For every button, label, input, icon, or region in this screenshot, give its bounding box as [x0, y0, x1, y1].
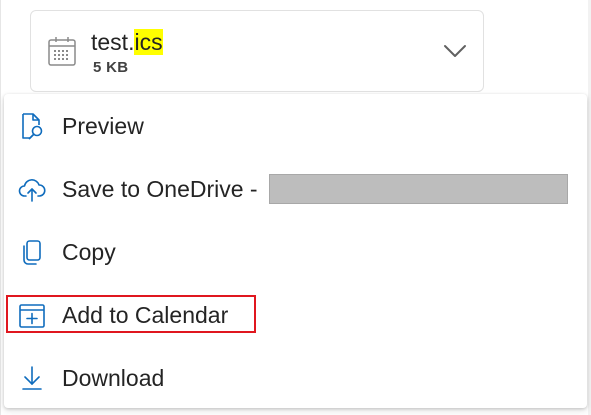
attachment-file-size: 5 KB — [93, 59, 129, 76]
attachment-options-button[interactable] — [435, 33, 475, 73]
cloud-upload-icon — [18, 175, 46, 203]
menu-item-add-to-calendar[interactable]: Add to Calendar — [4, 285, 587, 345]
file-name-extension-highlight: ics — [134, 29, 163, 55]
calendar-file-icon — [47, 35, 77, 67]
calendar-add-icon — [18, 301, 46, 329]
copy-icon — [18, 238, 46, 266]
page: test.ics 5 KB Preview Save to OneDrive -… — [0, 0, 591, 415]
menu-item-download[interactable]: Download — [4, 348, 587, 408]
page-edge — [0, 0, 1, 415]
menu-item-label: Preview — [62, 113, 144, 139]
menu-item-label: Copy — [62, 239, 116, 265]
download-icon — [18, 364, 46, 392]
attachment-context-menu: Preview Save to OneDrive - Copy Add to C… — [4, 94, 587, 408]
menu-item-label: Download — [62, 365, 165, 391]
menu-item-preview[interactable]: Preview — [4, 96, 587, 156]
attachment-file-name: test.ics — [91, 28, 163, 56]
menu-item-copy[interactable]: Copy — [4, 222, 587, 282]
attachment-card[interactable]: test.ics 5 KB — [30, 10, 484, 92]
document-search-icon — [18, 112, 46, 140]
menu-item-label: Add to Calendar — [62, 302, 229, 328]
file-name-base: test. — [91, 29, 135, 55]
menu-item-label: Save to OneDrive - — [62, 176, 258, 202]
chevron-down-icon — [443, 44, 467, 63]
redacted-account-name — [269, 174, 568, 204]
